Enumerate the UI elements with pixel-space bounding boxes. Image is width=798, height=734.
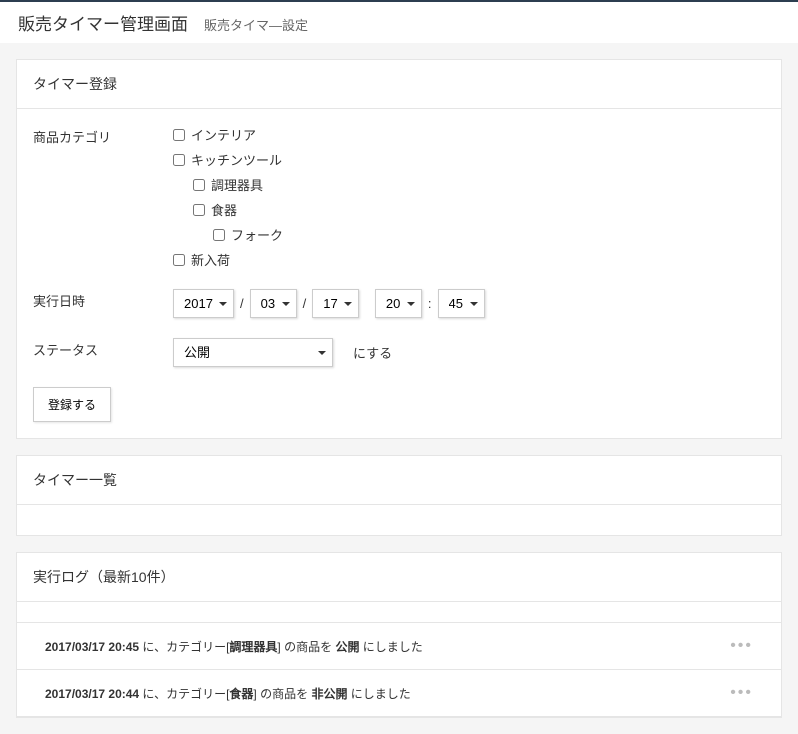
category-label-text: 新入荷 bbox=[191, 250, 230, 269]
month-select[interactable]: 03 bbox=[250, 289, 297, 318]
panel-title: タイマー一覧 bbox=[17, 456, 781, 505]
panel-title: タイマー登録 bbox=[17, 60, 781, 109]
page-title: 販売タイマー管理画面 bbox=[18, 10, 188, 35]
submit-button[interactable]: 登録する bbox=[33, 387, 111, 422]
log-item: 2017/03/17 20:45 に、カテゴリー[調理器具] の商品を 公開 に… bbox=[17, 623, 781, 670]
log-list: 2017/03/17 20:45 に、カテゴリー[調理器具] の商品を 公開 に… bbox=[17, 622, 781, 717]
status-select[interactable]: 公開 bbox=[173, 338, 333, 367]
category-label-text: キッチンツール bbox=[191, 150, 282, 169]
category-label-text: 調理器具 bbox=[211, 175, 263, 194]
space-separator bbox=[365, 296, 369, 311]
page-header: 販売タイマー管理画面 販売タイマ―設定 bbox=[0, 0, 798, 43]
category-label-text: フォーク bbox=[231, 225, 283, 244]
category-label-text: インテリア bbox=[191, 125, 256, 144]
minute-select[interactable]: 45 bbox=[438, 289, 485, 318]
execution-log-panel: 実行ログ（最新10件） 2017/03/17 20:45 に、カテゴリー[調理器… bbox=[16, 552, 782, 718]
datetime-label: 実行日時 bbox=[33, 289, 173, 310]
category-checkbox[interactable] bbox=[173, 254, 185, 266]
timer-register-panel: タイマー登録 商品カテゴリ インテリアキッチンツール調理器具食器フォーク新入荷 … bbox=[16, 59, 782, 439]
category-label: 商品カテゴリ bbox=[33, 125, 173, 146]
category-label-text: 食器 bbox=[211, 200, 237, 219]
page-subtitle: 販売タイマ―設定 bbox=[204, 15, 308, 34]
category-item[interactable]: 食器 bbox=[173, 200, 765, 219]
log-text: 2017/03/17 20:45 に、カテゴリー[調理器具] の商品を 公開 に… bbox=[45, 638, 423, 655]
category-checkbox[interactable] bbox=[193, 204, 205, 216]
category-checkbox[interactable] bbox=[173, 129, 185, 141]
date-separator: / bbox=[240, 296, 244, 311]
year-select[interactable]: 2017 bbox=[173, 289, 234, 318]
category-item[interactable]: フォーク bbox=[173, 225, 765, 244]
log-text: 2017/03/17 20:44 に、カテゴリー[食器] の商品を 非公開 にし… bbox=[45, 685, 411, 702]
category-item[interactable]: インテリア bbox=[173, 125, 765, 144]
more-icon[interactable]: ••• bbox=[730, 684, 753, 702]
status-label: ステータス bbox=[33, 338, 173, 359]
date-separator: / bbox=[303, 296, 307, 311]
category-checkbox-list: インテリアキッチンツール調理器具食器フォーク新入荷 bbox=[173, 125, 765, 269]
category-checkbox[interactable] bbox=[173, 154, 185, 166]
hour-select[interactable]: 20 bbox=[375, 289, 422, 318]
category-item[interactable]: 新入荷 bbox=[173, 250, 765, 269]
more-icon[interactable]: ••• bbox=[730, 637, 753, 655]
category-checkbox[interactable] bbox=[193, 179, 205, 191]
panel-title: 実行ログ（最新10件） bbox=[17, 553, 781, 602]
category-checkbox[interactable] bbox=[213, 229, 225, 241]
timer-list-panel: タイマー一覧 bbox=[16, 455, 782, 536]
day-select[interactable]: 17 bbox=[312, 289, 359, 318]
time-separator: : bbox=[428, 296, 432, 311]
category-item[interactable]: 調理器具 bbox=[173, 175, 765, 194]
category-item[interactable]: キッチンツール bbox=[173, 150, 765, 169]
status-suffix: にする bbox=[353, 343, 392, 362]
log-item: 2017/03/17 20:44 に、カテゴリー[食器] の商品を 非公開 にし… bbox=[17, 670, 781, 717]
